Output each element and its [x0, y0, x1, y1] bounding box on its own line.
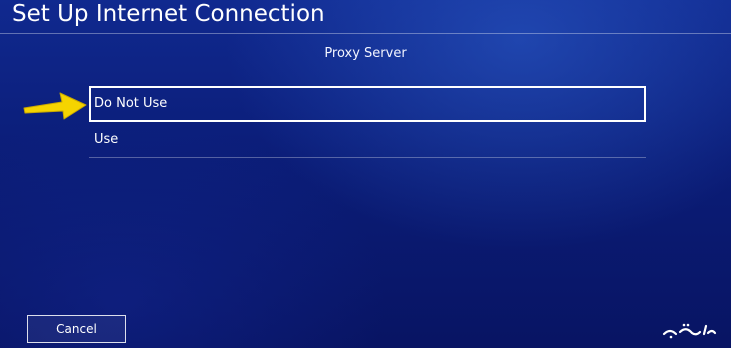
header-bar: Set Up Internet Connection	[0, 0, 731, 34]
option-label: Do Not Use	[94, 96, 168, 111]
section-title: Proxy Server	[324, 46, 407, 61]
option-label: Use	[94, 132, 119, 147]
option-use[interactable]: Use	[89, 122, 646, 158]
cancel-button[interactable]: Cancel	[27, 315, 126, 343]
option-do-not-use[interactable]: Do Not Use	[89, 86, 646, 122]
watermark-logo	[662, 323, 717, 339]
page-title: Set Up Internet Connection	[12, 1, 325, 27]
arrow-right-icon	[23, 92, 87, 120]
